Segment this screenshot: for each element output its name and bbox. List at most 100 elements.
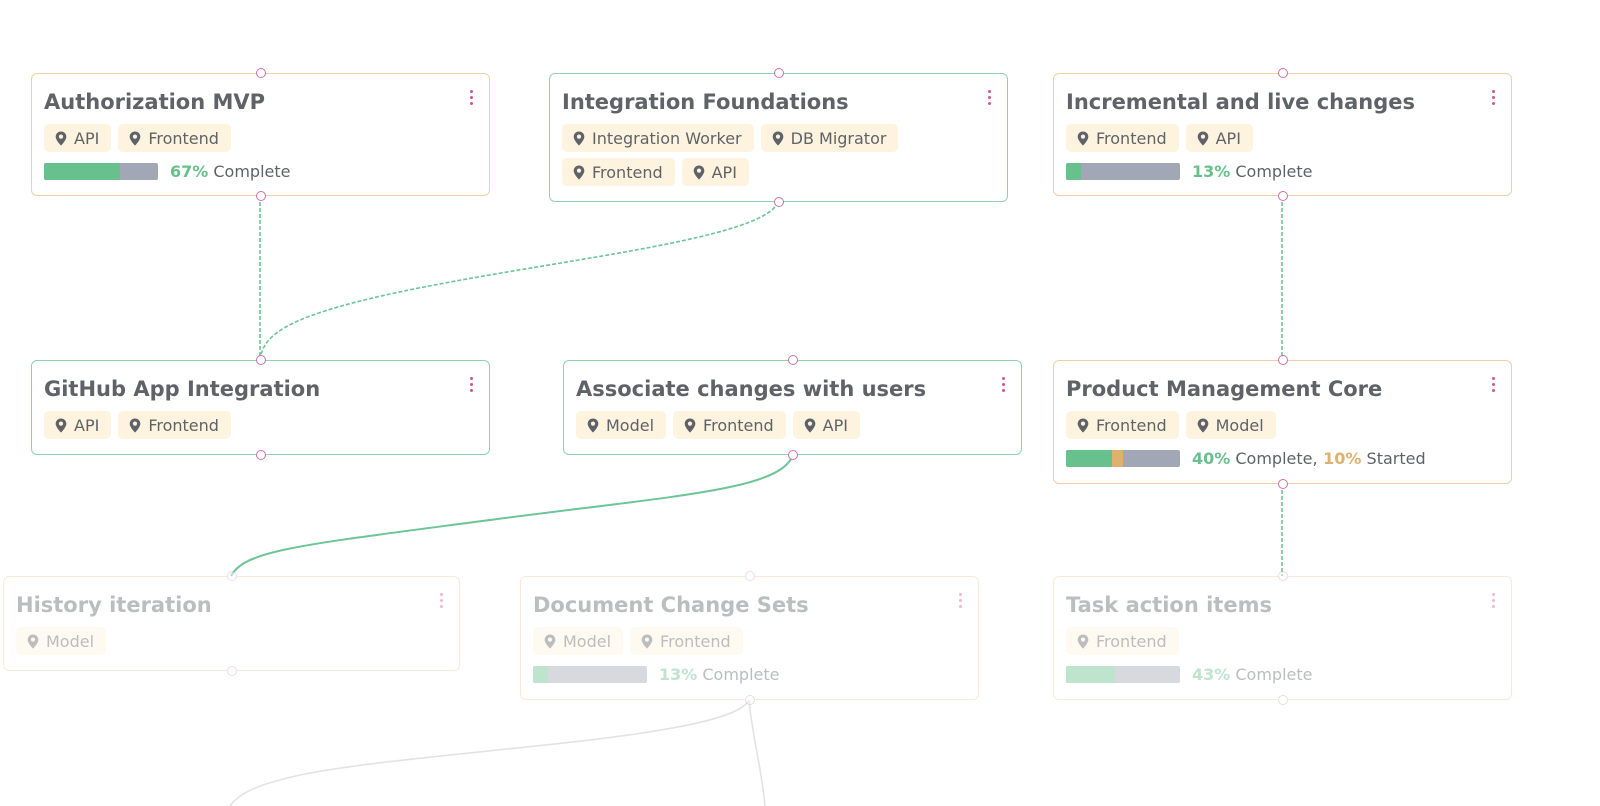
connector-handle-top[interactable]	[255, 68, 266, 78]
connector-handle-top[interactable]	[744, 571, 755, 581]
connector-handle-bottom[interactable]	[787, 450, 798, 460]
percent-complete: 43%	[1192, 665, 1231, 684]
map-pin-icon	[587, 418, 599, 433]
tag-api[interactable]: API	[44, 411, 112, 439]
more-vertical-icon[interactable]	[999, 377, 1007, 397]
tag-label: DB Migrator	[790, 128, 887, 148]
tag-api[interactable]: API	[792, 411, 860, 439]
map-pin-icon	[1197, 131, 1209, 146]
tag-label: Frontend	[1096, 415, 1167, 435]
more-vertical-icon[interactable]	[467, 90, 475, 110]
connector-handle-bottom[interactable]	[773, 197, 784, 207]
more-vertical-icon[interactable]	[956, 593, 964, 613]
progress-complete-fill	[533, 666, 548, 683]
progress-text: 40% Complete, 10% Started	[1192, 449, 1426, 468]
connector-handle-bottom[interactable]	[1277, 479, 1288, 489]
percent-complete: 40%	[1192, 449, 1231, 468]
connector-handle-top[interactable]	[1277, 68, 1288, 78]
map-pin-icon	[129, 418, 141, 433]
complete-label: Complete	[1230, 665, 1313, 684]
tag-list: Model Frontend API	[576, 411, 1009, 439]
map-pin-icon	[684, 418, 696, 433]
tag-label: Model	[606, 415, 655, 435]
map-pin-icon	[693, 165, 705, 180]
tag-list: API Frontend	[44, 124, 477, 152]
node-title: History iteration	[16, 593, 212, 617]
more-vertical-icon[interactable]	[1489, 377, 1497, 397]
tag-label: Frontend	[703, 415, 774, 435]
tag-label: API	[711, 162, 737, 182]
node-authorization-mvp[interactable]: Authorization MVP API Frontend 67% Complete	[31, 68, 490, 201]
tag-model[interactable]: Model	[576, 411, 667, 439]
connector-handle-top[interactable]	[255, 355, 266, 365]
map-pin-icon	[573, 131, 585, 146]
tag-frontend[interactable]: Frontend	[673, 411, 786, 439]
tag-list: Integration Worker DB Migrator Frontend API	[562, 124, 995, 186]
tag-frontend[interactable]: Frontend	[1066, 627, 1179, 655]
tag-label: Frontend	[660, 631, 731, 651]
tag-frontend[interactable]: Frontend	[1066, 124, 1179, 152]
progress-complete-fill	[1066, 163, 1081, 180]
node-task-action-items[interactable]: Task action items Frontend 43% Complete	[1053, 571, 1512, 705]
connector-handle-bottom[interactable]	[255, 191, 266, 201]
progress-complete-fill	[1066, 666, 1116, 683]
tag-model[interactable]: Model	[1185, 411, 1276, 439]
connector-handle-bottom[interactable]	[1277, 191, 1288, 201]
node-title: GitHub App Integration	[44, 377, 321, 401]
connector-handle-top[interactable]	[1277, 571, 1288, 581]
more-vertical-icon[interactable]	[437, 593, 445, 613]
tag-list: Model Frontend	[533, 627, 966, 655]
node-title: Integration Foundations	[562, 90, 849, 114]
progress-indicator: 43% Complete	[1066, 665, 1313, 684]
map-pin-icon	[573, 165, 585, 180]
progress-text: 13% Complete	[659, 665, 780, 684]
tag-label: API	[822, 415, 848, 435]
tag-model[interactable]: Model	[16, 627, 107, 655]
progress-text: 13% Complete	[1192, 162, 1313, 181]
tag-api[interactable]: API	[1185, 124, 1253, 152]
more-vertical-icon[interactable]	[467, 377, 475, 397]
connector-handle-bottom[interactable]	[1277, 695, 1288, 705]
node-github-app-integration[interactable]: GitHub App Integration API Frontend	[31, 355, 490, 460]
tag-frontend[interactable]: Frontend	[630, 627, 743, 655]
tag-integration-worker[interactable]: Integration Worker	[562, 124, 754, 152]
connector-handle-bottom[interactable]	[226, 666, 237, 676]
connector-handle-top[interactable]	[787, 355, 798, 365]
node-title: Associate changes with users	[576, 377, 927, 401]
edge-document-down	[748, 699, 766, 806]
connector-handle-bottom[interactable]	[255, 450, 266, 460]
roadmap-canvas: Authorization MVP API Frontend 67% Complete…	[0, 0, 1600, 806]
tag-label: Frontend	[148, 128, 219, 148]
tag-model[interactable]: Model	[533, 627, 624, 655]
tag-frontend[interactable]: Frontend	[118, 124, 231, 152]
tag-frontend[interactable]: Frontend	[562, 158, 675, 186]
node-history-iteration[interactable]: History iteration Model	[3, 571, 460, 676]
more-vertical-icon[interactable]	[1489, 593, 1497, 613]
tag-db-migrator[interactable]: DB Migrator	[760, 124, 899, 152]
tag-label: Model	[1215, 415, 1264, 435]
tag-label: Frontend	[1096, 128, 1167, 148]
edge-document-down-left	[229, 699, 750, 806]
more-vertical-icon[interactable]	[985, 90, 993, 110]
connector-handle-bottom[interactable]	[744, 695, 755, 705]
tag-frontend[interactable]: Frontend	[118, 411, 231, 439]
tag-frontend[interactable]: Frontend	[1066, 411, 1179, 439]
node-product-management-core[interactable]: Product Management Core Frontend Model 40% …	[1053, 355, 1512, 489]
node-document-change-sets[interactable]: Document Change Sets Model Frontend 13% Com…	[520, 571, 979, 705]
connector-handle-top[interactable]	[773, 68, 784, 78]
node-incremental-and-live-changes[interactable]: Incremental and live changes Frontend API 1…	[1053, 68, 1512, 201]
more-vertical-icon[interactable]	[1489, 90, 1497, 110]
percent-started: 10%	[1317, 449, 1362, 468]
node-associate-changes-with-users[interactable]: Associate changes with users Model Fronten…	[563, 355, 1022, 460]
connector-handle-top[interactable]	[226, 571, 237, 581]
node-integration-foundations[interactable]: Integration Foundations Integration Worke…	[549, 68, 1008, 207]
tag-api[interactable]: API	[44, 124, 112, 152]
progress-complete-fill	[1066, 450, 1112, 467]
progress-bar	[1066, 163, 1180, 180]
connector-handle-top[interactable]	[1277, 355, 1288, 365]
progress-complete-fill	[44, 163, 121, 180]
node-title: Task action items	[1066, 593, 1272, 617]
map-pin-icon	[641, 634, 653, 649]
tag-api[interactable]: API	[681, 158, 749, 186]
tag-label: Model	[46, 631, 95, 651]
